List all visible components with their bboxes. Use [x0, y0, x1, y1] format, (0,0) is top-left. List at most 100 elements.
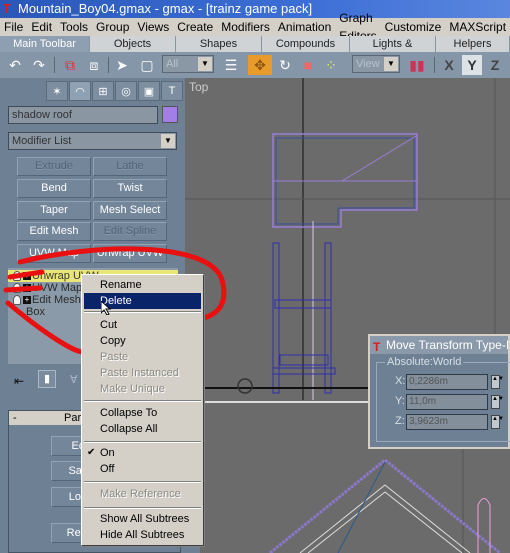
- pivot-icon[interactable]: ⁘: [320, 55, 342, 75]
- expand-icon[interactable]: +: [23, 296, 31, 304]
- tab-compounds[interactable]: Compounds: [262, 36, 350, 52]
- extrude-button[interactable]: Extrude: [17, 157, 91, 176]
- app-logo-icon: T: [3, 1, 11, 16]
- tab-shapes[interactable]: Shapes: [176, 36, 262, 52]
- select-link-icon[interactable]: ⧉: [60, 55, 80, 75]
- tab-objects[interactable]: Objects: [90, 36, 176, 52]
- object-name-field[interactable]: shadow roof: [8, 106, 158, 124]
- rotate-icon[interactable]: ↻: [274, 55, 296, 75]
- twist-button[interactable]: Twist: [93, 179, 167, 198]
- modifier-list-dropdown[interactable]: Modifier List ▼: [8, 132, 177, 150]
- tab-main-toolbar[interactable]: Main Toolbar: [0, 36, 90, 52]
- redo-icon[interactable]: ↷: [30, 55, 48, 75]
- menu-item-show-all-subtrees[interactable]: Show All Subtrees: [84, 511, 201, 527]
- menu-item-collapse-to[interactable]: Collapse To: [84, 405, 201, 421]
- menu-file[interactable]: File: [0, 18, 27, 36]
- chevron-down-icon: ▼: [198, 57, 212, 71]
- x-field[interactable]: 0,2286m: [406, 374, 488, 390]
- lathe-button[interactable]: Lathe: [93, 157, 167, 176]
- menu-customize[interactable]: Customize: [381, 18, 446, 36]
- lightbulb-icon[interactable]: [13, 283, 21, 293]
- menu-item-make-reference: Make Reference: [100, 488, 181, 500]
- menu-item-label: On: [100, 447, 115, 459]
- uvw-map-button[interactable]: UVW Map: [17, 244, 91, 263]
- menu-edit[interactable]: Edit: [27, 18, 56, 36]
- edit-mesh-button[interactable]: Edit Mesh: [17, 222, 91, 241]
- taper-button[interactable]: Taper: [17, 201, 91, 220]
- menu-views[interactable]: Views: [133, 18, 173, 36]
- toolbar-separator: [434, 57, 435, 73]
- selection-filter-dropdown[interactable]: All ▼: [162, 55, 214, 73]
- make-unique-icon[interactable]: ∀: [70, 373, 78, 386]
- axis-x-button[interactable]: X: [440, 55, 458, 75]
- create-tab-icon[interactable]: ✶: [46, 81, 68, 101]
- menu-item-off[interactable]: Off: [84, 461, 201, 477]
- utilities-tab-icon[interactable]: T: [161, 81, 183, 101]
- undo-icon[interactable]: ↶: [6, 55, 24, 75]
- bend-button[interactable]: Bend: [17, 179, 91, 198]
- title-bar: T Mountain_Boy04.gmax - gmax - [trainz g…: [0, 0, 510, 18]
- mirror-icon[interactable]: ▮▮: [406, 55, 428, 75]
- collapse-toggle[interactable]: -: [13, 411, 17, 425]
- menu-create[interactable]: Create: [173, 18, 217, 36]
- tab-lights-cameras[interactable]: Lights & Cameras: [350, 36, 436, 66]
- select-by-name-icon[interactable]: ☰: [220, 55, 242, 75]
- y-spinner[interactable]: ▲▼: [491, 395, 504, 409]
- move-icon[interactable]: ✥: [248, 55, 272, 75]
- selection-filter-value: All: [166, 58, 179, 70]
- app-logo-icon: T: [373, 340, 381, 354]
- expand-icon[interactable]: +: [23, 272, 31, 280]
- toolbar-separator: [54, 57, 55, 73]
- tab-helpers[interactable]: Helpers: [436, 36, 510, 52]
- menu-modifiers[interactable]: Modifiers: [217, 18, 274, 36]
- show-end-result-icon[interactable]: ▮: [38, 370, 56, 388]
- hierarchy-tab-icon[interactable]: ⊞: [92, 81, 114, 101]
- y-label: Y:: [395, 395, 405, 407]
- edit-spline-button[interactable]: Edit Spline: [93, 222, 167, 241]
- dialog-title-bar[interactable]: T Move Transform Type-In: [370, 336, 508, 354]
- expand-icon[interactable]: +: [23, 284, 31, 292]
- checkmark-icon: ✔: [87, 447, 96, 458]
- gizmo-circle: [237, 378, 253, 394]
- mouse-cursor-icon: [101, 301, 111, 315]
- lightbulb-icon[interactable]: [13, 271, 21, 281]
- pin-stack-icon[interactable]: ⇤: [14, 374, 24, 388]
- z-field[interactable]: 3,9623m: [406, 414, 488, 430]
- roof-inner: [307, 491, 463, 553]
- menu-separator: [84, 441, 201, 443]
- menu-animation[interactable]: Animation: [274, 18, 335, 36]
- mesh-select-button[interactable]: Mesh Select: [93, 201, 167, 220]
- menu-group[interactable]: Group: [92, 18, 133, 36]
- menu-item-paste: Paste: [100, 351, 129, 363]
- axis-y-button[interactable]: Y: [462, 55, 482, 75]
- y-field[interactable]: 11,0m: [406, 394, 488, 410]
- chevron-down-icon: ▼: [384, 57, 398, 71]
- motion-tab-icon[interactable]: ◎: [115, 81, 137, 101]
- scale-icon[interactable]: ■: [298, 55, 318, 75]
- menu-item-collapse-all[interactable]: Collapse All: [84, 421, 201, 437]
- coord-system-dropdown[interactable]: View ▼: [352, 55, 400, 73]
- lightbulb-icon[interactable]: [13, 295, 21, 305]
- post-left: [272, 242, 280, 394]
- display-tab-icon[interactable]: ▣: [138, 81, 160, 101]
- x-label: X:: [395, 375, 406, 387]
- z-spinner[interactable]: ▲▼: [491, 415, 504, 429]
- menu-item-on[interactable]: ✔ On: [84, 445, 201, 461]
- menu-item-hide-all-subtrees[interactable]: Hide All Subtrees: [84, 527, 201, 543]
- base-plate: [272, 367, 336, 375]
- menu-maxscript[interactable]: MAXScript: [445, 18, 510, 36]
- unwrap-uvw-button[interactable]: Unwrap UVW: [93, 244, 167, 263]
- object-color-swatch[interactable]: [162, 106, 178, 123]
- select-icon[interactable]: ➤: [114, 55, 130, 75]
- menu-item-copy[interactable]: Copy: [84, 333, 201, 349]
- menu-item-cut[interactable]: Cut: [84, 317, 201, 333]
- menu-tools[interactable]: Tools: [56, 18, 92, 36]
- unlink-icon[interactable]: ⧈: [84, 55, 104, 75]
- region-select-icon[interactable]: ▢: [136, 55, 158, 75]
- menu-item-rename[interactable]: Rename: [84, 277, 201, 293]
- command-panel-tabs: ✶ ◠ ⊞ ◎ ▣ T: [46, 81, 183, 101]
- x-spinner[interactable]: ▲▼: [491, 375, 504, 389]
- modify-tab-icon[interactable]: ◠: [69, 81, 91, 101]
- axis-z-button[interactable]: Z: [486, 55, 504, 75]
- z-label: Z:: [395, 415, 405, 427]
